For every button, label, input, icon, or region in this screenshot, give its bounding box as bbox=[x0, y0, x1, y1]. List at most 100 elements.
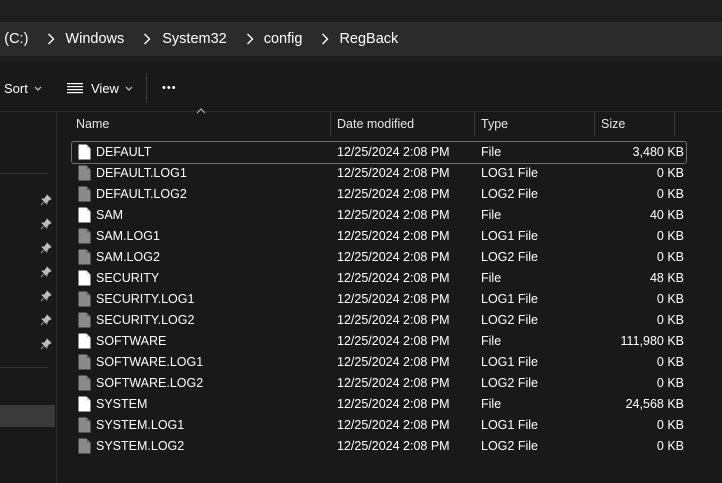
file-name: SECURITY bbox=[96, 271, 160, 285]
sidebar-divider bbox=[0, 367, 48, 368]
file-date-modified: 12/25/2024 2:08 PM bbox=[337, 313, 450, 327]
log-file-icon bbox=[78, 228, 91, 244]
table-row[interactable]: DEFAULT.LOG1 12/25/2024 2:08 PM LOG1 File 0… bbox=[72, 163, 686, 184]
log-file-icon bbox=[78, 312, 91, 328]
column-size-label: Size bbox=[601, 117, 626, 131]
file-size: 0 KB bbox=[656, 250, 684, 264]
table-row[interactable]: SYSTEM.LOG1 12/25/2024 2:08 PM LOG1 File 0 … bbox=[72, 415, 686, 436]
column-date-header[interactable]: Date modified bbox=[331, 112, 475, 136]
chevron-down-icon bbox=[34, 86, 42, 91]
file-size: 0 KB bbox=[656, 292, 684, 306]
chevron-right-icon[interactable] bbox=[40, 22, 62, 56]
file-date-modified: 12/25/2024 2:08 PM bbox=[337, 292, 450, 306]
log-file-icon bbox=[78, 354, 91, 370]
table-row[interactable]: SAM 12/25/2024 2:08 PM File 40 KB bbox=[72, 205, 686, 226]
chevron-right-icon[interactable] bbox=[136, 22, 158, 56]
file-date-modified: 12/25/2024 2:08 PM bbox=[337, 208, 450, 222]
file-type: LOG2 File bbox=[481, 439, 538, 453]
table-row[interactable]: SOFTWARE.LOG2 12/25/2024 2:08 PM LOG2 File… bbox=[72, 373, 686, 394]
file-type: LOG2 File bbox=[481, 376, 538, 390]
table-row[interactable]: SYSTEM.LOG2 12/25/2024 2:08 PM LOG2 File 0 … bbox=[72, 436, 686, 457]
table-row[interactable]: DEFAULT 12/25/2024 2:08 PM File 3,480 KB bbox=[71, 141, 687, 164]
file-type: LOG1 File bbox=[481, 166, 538, 180]
command-bar: Sort View ••• bbox=[0, 64, 722, 112]
file-type: File bbox=[481, 208, 502, 222]
column-size-header[interactable]: Size bbox=[595, 112, 675, 136]
table-row[interactable]: SECURITY.LOG1 12/25/2024 2:08 PM LOG1 File… bbox=[72, 289, 686, 310]
file-name: SYSTEM.LOG1 bbox=[96, 418, 185, 432]
breadcrumb-item-windows[interactable]: Windows bbox=[65, 31, 124, 47]
file-name: DEFAULT.LOG2 bbox=[96, 187, 187, 201]
table-row[interactable]: SECURITY 12/25/2024 2:08 PM File 48 KB bbox=[72, 268, 686, 289]
view-button[interactable]: View bbox=[67, 76, 133, 100]
column-name-header[interactable]: Name bbox=[70, 112, 331, 136]
pin-icon[interactable] bbox=[40, 314, 52, 326]
table-row[interactable]: SAM.LOG2 12/25/2024 2:08 PM LOG2 File 0 KB bbox=[72, 247, 686, 268]
log-file-icon bbox=[78, 438, 91, 454]
more-options-button[interactable]: ••• bbox=[162, 76, 177, 100]
file-date-modified: 12/25/2024 2:08 PM bbox=[337, 145, 450, 159]
file-type: LOG1 File bbox=[481, 418, 538, 432]
file-type: File bbox=[481, 145, 502, 159]
pin-icon[interactable] bbox=[40, 218, 52, 230]
blank-file-icon bbox=[78, 207, 91, 223]
chevron-right-icon[interactable] bbox=[239, 22, 261, 56]
table-row[interactable]: SAM.LOG1 12/25/2024 2:08 PM LOG1 File 0 KB bbox=[72, 226, 686, 247]
table-row[interactable]: SOFTWARE 12/25/2024 2:08 PM File 111,980 KB bbox=[72, 331, 686, 352]
file-size: 0 KB bbox=[656, 313, 684, 327]
breadcrumb[interactable]: l (C:) Windows System32 config RegBack bbox=[0, 22, 722, 56]
file-date-modified: 12/25/2024 2:08 PM bbox=[337, 376, 450, 390]
file-name: SECURITY.LOG1 bbox=[96, 292, 195, 306]
file-name: DEFAULT.LOG1 bbox=[96, 166, 187, 180]
log-file-icon bbox=[78, 291, 91, 307]
file-type: LOG1 File bbox=[481, 292, 538, 306]
navigation-pane[interactable] bbox=[0, 112, 57, 483]
file-type: LOG2 File bbox=[481, 187, 538, 201]
pin-icon[interactable] bbox=[40, 242, 52, 254]
pin-icon[interactable] bbox=[40, 266, 52, 278]
file-date-modified: 12/25/2024 2:08 PM bbox=[337, 271, 450, 285]
file-rows: DEFAULT 12/25/2024 2:08 PM File 3,480 KB DEF… bbox=[58, 141, 722, 457]
file-type: LOG1 File bbox=[481, 229, 538, 243]
log-file-icon bbox=[78, 165, 91, 181]
file-name: SAM.LOG1 bbox=[96, 229, 160, 243]
file-date-modified: 12/25/2024 2:08 PM bbox=[337, 439, 450, 453]
column-name-label: Name bbox=[76, 117, 110, 131]
breadcrumb-item-regback[interactable]: RegBack bbox=[339, 31, 398, 47]
sort-button[interactable]: Sort bbox=[4, 76, 42, 100]
log-file-icon bbox=[78, 249, 91, 265]
file-name: SAM.LOG2 bbox=[96, 250, 160, 264]
breadcrumb-item-drive[interactable]: l (C:) bbox=[0, 31, 28, 47]
title-strip bbox=[0, 0, 722, 16]
chevron-right-icon[interactable] bbox=[314, 22, 336, 56]
log-file-icon bbox=[78, 186, 91, 202]
table-row[interactable]: DEFAULT.LOG2 12/25/2024 2:08 PM LOG2 File 0… bbox=[72, 184, 686, 205]
pin-icon[interactable] bbox=[40, 290, 52, 302]
column-date-label: Date modified bbox=[337, 117, 415, 131]
table-row[interactable]: SYSTEM 12/25/2024 2:08 PM File 24,568 KB bbox=[72, 394, 686, 415]
file-name: SECURITY.LOG2 bbox=[96, 313, 195, 327]
file-size: 0 KB bbox=[656, 376, 684, 390]
file-date-modified: 12/25/2024 2:08 PM bbox=[337, 187, 450, 201]
file-size: 0 KB bbox=[656, 166, 684, 180]
table-row[interactable]: SOFTWARE.LOG1 12/25/2024 2:08 PM LOG1 File… bbox=[72, 352, 686, 373]
log-file-icon bbox=[78, 375, 91, 391]
file-date-modified: 12/25/2024 2:08 PM bbox=[337, 418, 450, 432]
blank-file-icon bbox=[78, 396, 91, 412]
sidebar-item-selected[interactable] bbox=[0, 405, 55, 427]
file-size: 0 KB bbox=[656, 355, 684, 369]
file-date-modified: 12/25/2024 2:08 PM bbox=[337, 250, 450, 264]
toolbar-divider bbox=[146, 73, 147, 103]
breadcrumb-item-system32[interactable]: System32 bbox=[162, 31, 226, 47]
table-row[interactable]: SECURITY.LOG2 12/25/2024 2:08 PM LOG2 File… bbox=[72, 310, 686, 331]
chevron-down-icon bbox=[125, 86, 133, 91]
column-type-header[interactable]: Type bbox=[475, 112, 595, 136]
breadcrumb-item-config[interactable]: config bbox=[264, 31, 303, 47]
file-size: 0 KB bbox=[656, 229, 684, 243]
pin-icon[interactable] bbox=[40, 194, 52, 206]
file-size: 48 KB bbox=[649, 271, 684, 285]
file-name: SYSTEM bbox=[96, 397, 148, 411]
blank-file-icon bbox=[78, 144, 91, 160]
pin-icon[interactable] bbox=[40, 338, 52, 350]
column-type-label: Type bbox=[481, 117, 509, 131]
